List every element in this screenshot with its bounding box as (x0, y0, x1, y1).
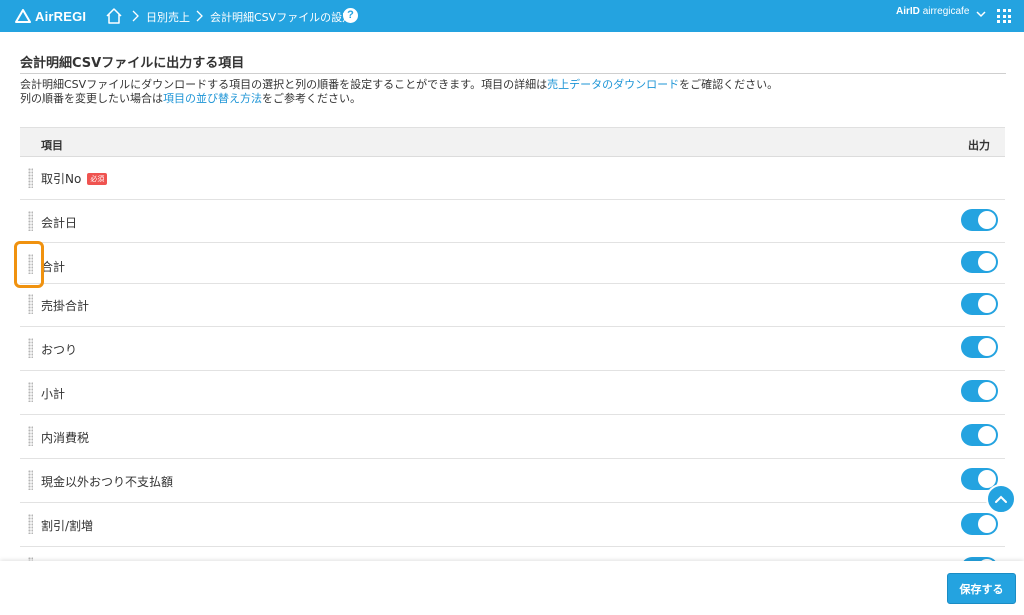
drag-handle-icon[interactable] (28, 426, 33, 446)
output-toggle[interactable] (961, 336, 998, 358)
drag-handle-highlight (14, 241, 44, 288)
table-row: 現金以外おつり不支払額 (20, 459, 1005, 503)
title-divider (20, 73, 1006, 74)
row-label: 内消費税 (41, 431, 90, 445)
account-name: airregicafe (922, 6, 970, 17)
apps-grid-icon[interactable] (997, 9, 1011, 23)
drag-handle-icon[interactable] (28, 168, 33, 188)
drag-handle-icon[interactable] (28, 470, 33, 490)
airregi-logo[interactable]: AirREGI (15, 7, 86, 25)
table-row: 会計日 (20, 200, 1005, 243)
row-label: おつり (41, 343, 78, 357)
scroll-to-top-button[interactable] (986, 484, 1016, 514)
row-label: 合計 (41, 260, 66, 274)
sort-method-link[interactable]: 項目の並び替え方法 (163, 92, 262, 105)
drag-handle-icon[interactable] (28, 382, 33, 402)
help-icon[interactable]: ? (343, 8, 358, 23)
airid-label: AirID (896, 6, 920, 17)
output-toggle[interactable] (961, 424, 998, 446)
top-bar: AirREGI 日別売上 会計明細CSVファイルの設定 ? AirID airr… (0, 0, 1024, 32)
drag-handle-icon[interactable] (28, 338, 33, 358)
column-header-item: 項目 (41, 139, 63, 152)
chevron-up-icon (995, 495, 1007, 503)
chevron-right-icon (132, 10, 139, 22)
desc-text: 列の順番を変更したい場合は (20, 92, 163, 105)
drag-handle-icon[interactable] (28, 211, 33, 231)
table-row: 合計 (20, 243, 1005, 284)
drag-handle-icon[interactable] (28, 294, 33, 314)
row-label: 取引No 必須 (41, 170, 108, 187)
required-badge: 必須 (87, 172, 108, 185)
footer-bar (0, 561, 1024, 615)
table-row: 内消費税 (20, 415, 1005, 459)
table-row: おつり (20, 327, 1005, 371)
chevron-right-icon (196, 10, 203, 22)
desc-text: 会計明細CSVファイルにダウンロードする項目の選択と列の順番を設定することができ… (20, 78, 548, 91)
logo-triangle-icon (15, 9, 31, 23)
table-row: 売掛合計 (20, 284, 1005, 327)
chevron-down-icon[interactable] (976, 10, 986, 18)
table-row: 小計 (20, 371, 1005, 415)
row-label: 小計 (41, 387, 66, 401)
desc-text: をご確認ください。 (679, 78, 779, 91)
output-toggle[interactable] (961, 293, 998, 315)
breadcrumb-current: 会計明細CSVファイルの設定 (210, 11, 354, 24)
output-toggle[interactable] (961, 380, 998, 402)
breadcrumb-daily-sales[interactable]: 日別売上 (146, 9, 190, 25)
drag-handle-icon[interactable] (28, 514, 33, 534)
table-row: 割引/割増 (20, 503, 1005, 547)
logo-text: AirREGI (35, 8, 87, 24)
output-toggle[interactable] (961, 513, 998, 535)
account-menu[interactable]: AirID airregicafe (896, 6, 969, 17)
row-label: 割引/割増 (41, 519, 94, 533)
table-header: 項目 出力 (20, 127, 1005, 157)
table-row: 取引No 必須 (20, 157, 1005, 200)
output-toggle[interactable] (961, 209, 998, 231)
output-toggle[interactable] (961, 251, 998, 273)
page-title: 会計明細CSVファイルに出力する項目 (20, 56, 245, 71)
row-label: 売掛合計 (41, 299, 90, 313)
column-header-output: 出力 (968, 139, 990, 152)
desc-text: をご参考ください。 (262, 92, 361, 105)
row-label: 会計日 (41, 216, 78, 230)
section-description: 会計明細CSVファイルにダウンロードする項目の選択と列の順番を設定することができ… (20, 78, 778, 106)
row-label: 現金以外おつり不支払額 (41, 475, 174, 489)
sales-download-link[interactable]: 売上データのダウンロード (547, 78, 679, 91)
save-button[interactable]: 保存する (947, 573, 1016, 604)
home-icon[interactable] (104, 6, 124, 26)
